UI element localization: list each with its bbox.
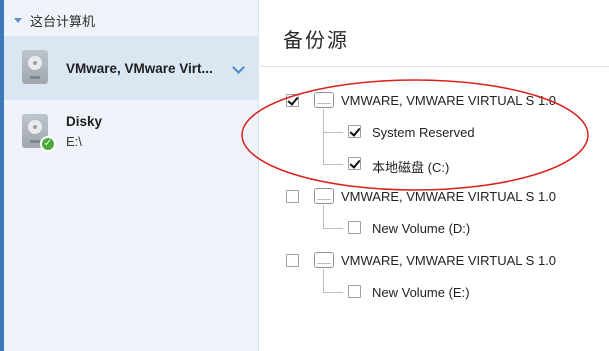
annotation-ellipse-shape — [241, 79, 589, 191]
annotation-ellipse — [241, 79, 589, 191]
